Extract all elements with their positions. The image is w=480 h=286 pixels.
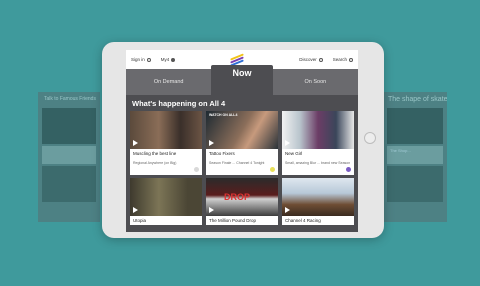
card-info: Channel 4 Racing — [282, 216, 354, 225]
tab-on-demand[interactable]: On Demand — [126, 69, 211, 95]
my4-label: My4 — [160, 57, 170, 62]
tab-bar: On Demand Now On Soon — [126, 65, 358, 95]
card-thumbnail — [282, 111, 354, 149]
ghost-left-meta — [42, 146, 96, 164]
thumb-label: WATCH ON ALL4 — [209, 113, 238, 117]
settings-icon — [146, 57, 151, 62]
ghost-right-image-2 — [387, 166, 443, 202]
ghost-right-title: The shape of skate — [388, 96, 447, 103]
user-icon — [171, 57, 176, 62]
eye-icon — [318, 57, 323, 62]
top-bar-right: Discover Search — [299, 57, 353, 62]
card-thumbnail: WATCH ON ALL4 — [206, 111, 278, 149]
my4-link[interactable]: My4 — [161, 57, 176, 62]
tab-now[interactable]: Now — [211, 65, 273, 95]
card-thumbnail: DROP — [206, 178, 278, 216]
tablet-frame: Sign in My4 Discover Search On Demand No… — [102, 42, 384, 238]
card-info: Utopia — [130, 216, 202, 225]
card-subtitle: Small, amazing Blur ... brand new Season — [285, 161, 351, 165]
card-title: Channel 4 Racing — [285, 218, 321, 223]
content-card[interactable]: DROP The Million Pound Drop — [206, 178, 278, 225]
ghost-right-meta-text: The Shop... — [390, 148, 411, 153]
card-thumbnail — [130, 111, 202, 149]
sign-in-label: Sign in — [131, 57, 145, 62]
ghost-left-image-1 — [42, 108, 96, 144]
play-icon — [285, 140, 290, 146]
ghost-left-image-2 — [42, 166, 96, 202]
card-subtitle: Regional Anywhere (on Big) — [133, 161, 177, 165]
channel-mark-icon — [194, 167, 199, 172]
card-title: Muscling the best line — [133, 151, 177, 156]
tab-on-soon[interactable]: On Soon — [273, 69, 358, 95]
content-card[interactable]: WATCH ON ALL4 Tattoo Fixers Season Final… — [206, 111, 278, 175]
sign-in-link[interactable]: Sign in — [131, 57, 151, 62]
content-card[interactable]: Channel 4 Racing — [282, 178, 354, 225]
card-thumbnail — [282, 178, 354, 216]
channel-mark-icon — [346, 167, 351, 172]
discover-label: Discover — [299, 57, 317, 62]
thumb-label: DROP — [224, 192, 251, 202]
play-icon — [133, 207, 138, 213]
card-title: Utopia — [133, 218, 147, 223]
content-card[interactable]: Muscling the best line Regional Anywhere… — [130, 111, 202, 175]
card-info: The Million Pound Drop — [206, 216, 278, 225]
card-title: Tattoo Fixers — [209, 151, 235, 156]
discover-link[interactable]: Discover — [299, 57, 323, 62]
card-info: New Girl Small, amazing Blur ... brand n… — [282, 149, 354, 175]
ghost-left-title: Talk to Famous Friends — [44, 96, 96, 102]
ghost-right-meta: The Shop... — [387, 146, 443, 164]
content-card[interactable]: Utopia — [130, 178, 202, 225]
ghost-panel-right: The shape of skate The Shop... — [383, 92, 447, 222]
channel-4-logo-icon[interactable] — [229, 52, 245, 67]
content-card[interactable]: New Girl Small, amazing Blur ... brand n… — [282, 111, 354, 175]
card-title: New Girl — [285, 151, 303, 156]
search-label: Search — [332, 57, 347, 62]
content-grid: Muscling the best line Regional Anywhere… — [126, 111, 358, 225]
section-title: What's happening on All 4 — [132, 99, 226, 108]
search-icon — [349, 57, 353, 62]
tablet-screen: Sign in My4 Discover Search On Demand No… — [126, 50, 358, 232]
card-info: Muscling the best line Regional Anywhere… — [130, 149, 202, 175]
top-bar-left: Sign in My4 — [131, 57, 176, 62]
ghost-panel-left: Talk to Famous Friends — [38, 92, 100, 222]
play-icon — [209, 140, 214, 146]
ghost-right-image-1 — [387, 108, 443, 144]
play-icon — [285, 207, 290, 213]
card-title: The Million Pound Drop — [209, 218, 257, 223]
card-subtitle: Season Finale ... Channel 4 Tonight — [209, 161, 265, 165]
card-thumbnail — [130, 178, 202, 216]
play-icon — [209, 207, 214, 213]
channel-mark-icon — [270, 167, 275, 172]
search-link[interactable]: Search — [333, 57, 353, 62]
card-info: Tattoo Fixers Season Finale ... Channel … — [206, 149, 278, 175]
play-icon — [133, 140, 138, 146]
home-button[interactable] — [364, 132, 376, 144]
